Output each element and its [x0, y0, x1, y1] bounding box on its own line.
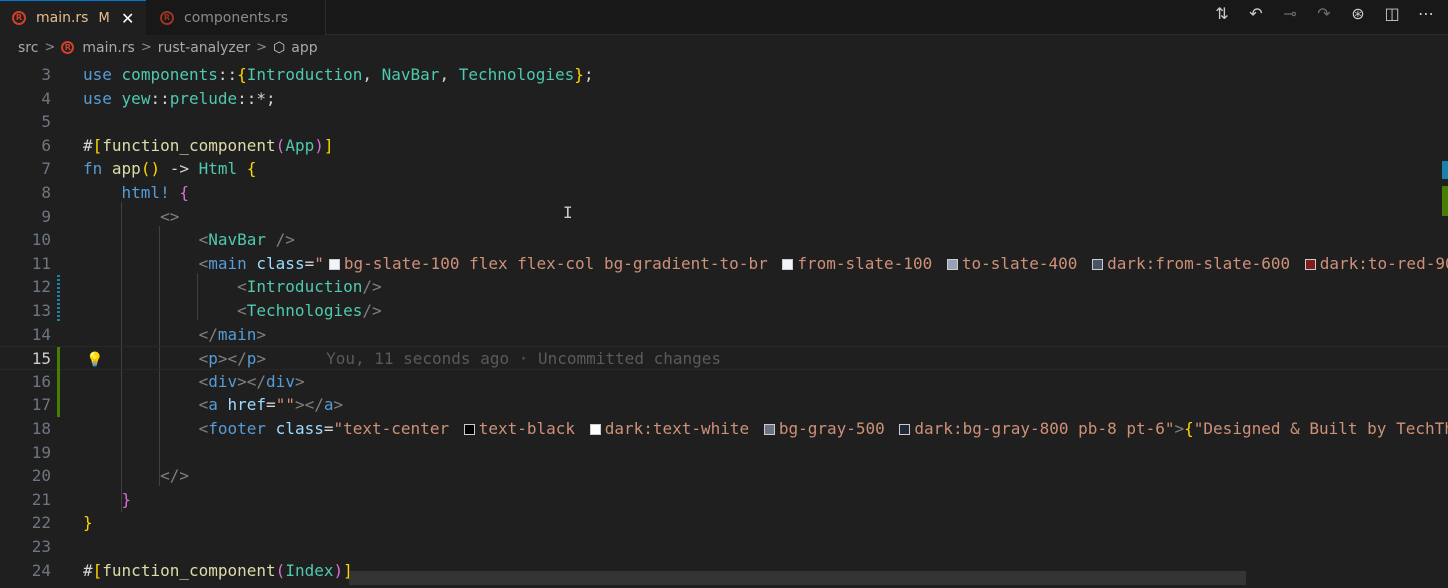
line-number: 12: [31, 277, 51, 297]
code-line: 14 </main>: [0, 323, 1448, 347]
breadcrumb-file[interactable]: main.rs: [82, 40, 134, 56]
close-icon[interactable]: ✕: [120, 9, 136, 28]
go-back-icon[interactable]: ↶: [1246, 4, 1266, 23]
code-line: 6 #[function_component(App)]: [0, 134, 1448, 158]
chevron-right-icon: >: [140, 40, 152, 55]
code-line: 18 <footer class="text-center text-black…: [0, 417, 1448, 441]
line-number: 6: [41, 135, 51, 155]
line-number: 13: [31, 301, 51, 320]
color-swatch[interactable]: [589, 424, 601, 435]
code-line: 11 <main class=" bg-slate-100 flex flex-c…: [0, 252, 1448, 276]
line-number: 16: [31, 371, 51, 391]
editor-actions: ⇅ ↶ ⊸ ↷ ⊛ ◫ ⋯: [1212, 0, 1436, 26]
code-line: 4 use yew::prelude::*;: [0, 87, 1448, 111]
rust-file-icon: R: [61, 41, 75, 54]
code-line: 9 <>: [0, 205, 1448, 229]
modified-gutter[interactable]: [57, 299, 60, 323]
git-blame-annotation: You, 11 seconds ago · Uncommitted change…: [326, 349, 722, 369]
breadcrumb: src > R main.rs > rust-analyzer > ⬡ app: [0, 35, 1448, 60]
code-line: 13 <Technologies/>: [0, 299, 1448, 323]
color-swatch[interactable]: [328, 258, 340, 270]
overview-ruler-added: [1442, 186, 1448, 216]
text-cursor-icon: I: [563, 203, 573, 222]
line-number: 22: [31, 513, 51, 533]
line-number: 20: [31, 466, 51, 486]
line-number: 21: [31, 489, 51, 509]
line-number: 4: [41, 88, 51, 108]
code-line: 5: [0, 110, 1448, 134]
cube-icon: ⬡: [273, 39, 286, 56]
source-control-icon[interactable]: ⇅: [1212, 4, 1232, 23]
tab-label: main.rs: [36, 10, 89, 26]
chevron-right-icon: >: [44, 40, 56, 55]
tab-main-rs[interactable]: R main.rs M ✕: [0, 0, 146, 35]
rust-file-icon: R: [160, 10, 174, 25]
line-number: 23: [31, 537, 51, 556]
line-number: 9: [41, 206, 51, 226]
line-number: 5: [41, 112, 51, 132]
breadcrumb-crate[interactable]: rust-analyzer: [158, 40, 250, 56]
line-number: 8: [41, 183, 51, 202]
timeline-icon[interactable]: ⊛: [1348, 4, 1368, 23]
added-gutter[interactable]: [57, 347, 60, 372]
modified-indicator: M: [98, 10, 110, 26]
color-swatch[interactable]: [1092, 258, 1104, 270]
line-number: 7: [41, 159, 51, 179]
color-swatch[interactable]: [463, 424, 475, 435]
go-forward-icon[interactable]: ↷: [1314, 4, 1334, 23]
code-line: 22}: [0, 511, 1448, 535]
code-line: 16 <div></div>: [0, 369, 1448, 394]
line-number: 18: [31, 419, 51, 438]
added-gutter[interactable]: [57, 393, 60, 418]
code-line: 17 <a href=""></a>: [0, 393, 1448, 418]
code-line: 19: [0, 441, 1448, 465]
code-line: 20 </>: [0, 464, 1448, 488]
more-icon[interactable]: ⋯: [1416, 4, 1436, 23]
line-number: 11: [31, 253, 51, 273]
overview-ruler-modified: [1442, 161, 1448, 179]
color-swatch[interactable]: [782, 258, 794, 270]
line-number: 14: [31, 324, 51, 344]
color-swatch[interactable]: [763, 424, 775, 435]
tab-label: components.rs: [184, 9, 288, 26]
rust-file-icon: R: [12, 11, 26, 25]
added-gutter[interactable]: [57, 369, 60, 394]
breadcrumb-folder[interactable]: src: [18, 40, 38, 56]
git-commit-icon[interactable]: ⊸: [1280, 4, 1300, 23]
code-line: 21 }: [0, 488, 1448, 512]
horizontal-scrollbar[interactable]: [349, 571, 1246, 585]
line-number: 24: [31, 560, 51, 580]
code-editor[interactable]: 3 use components::{Introduction, NavBar, …: [0, 61, 1448, 588]
color-swatch[interactable]: [1304, 258, 1316, 270]
chevron-right-icon: >: [256, 40, 268, 55]
current-code-line: 15 💡 <p></p> You, 11 seconds ago · Uncommi…: [0, 346, 1448, 372]
code-line: 10 <NavBar />: [0, 228, 1448, 252]
line-number: 10: [31, 230, 51, 250]
line-number: 3: [41, 65, 51, 84]
line-number: 15: [31, 349, 51, 369]
line-number: 17: [31, 395, 51, 415]
modified-gutter[interactable]: [57, 275, 60, 300]
code-line: 7 fn app() -> Html {: [0, 157, 1448, 181]
code-line: 8 html! {: [0, 181, 1448, 205]
code-line: 3 use components::{Introduction, NavBar, …: [0, 63, 1448, 87]
line-number: 19: [31, 442, 51, 462]
code-line: 23: [0, 535, 1448, 559]
tab-bar: R main.rs M ✕ R components.rs ⇅ ↶ ⊸ ↷ ⊛ …: [0, 0, 1448, 35]
color-swatch[interactable]: [946, 258, 958, 270]
code-line: 12 <Introduction/>: [0, 275, 1448, 300]
tab-components-rs[interactable]: R components.rs: [146, 0, 326, 35]
color-swatch[interactable]: [899, 424, 911, 435]
split-editor-icon[interactable]: ◫: [1382, 4, 1402, 23]
breadcrumb-symbol[interactable]: app: [291, 40, 317, 56]
